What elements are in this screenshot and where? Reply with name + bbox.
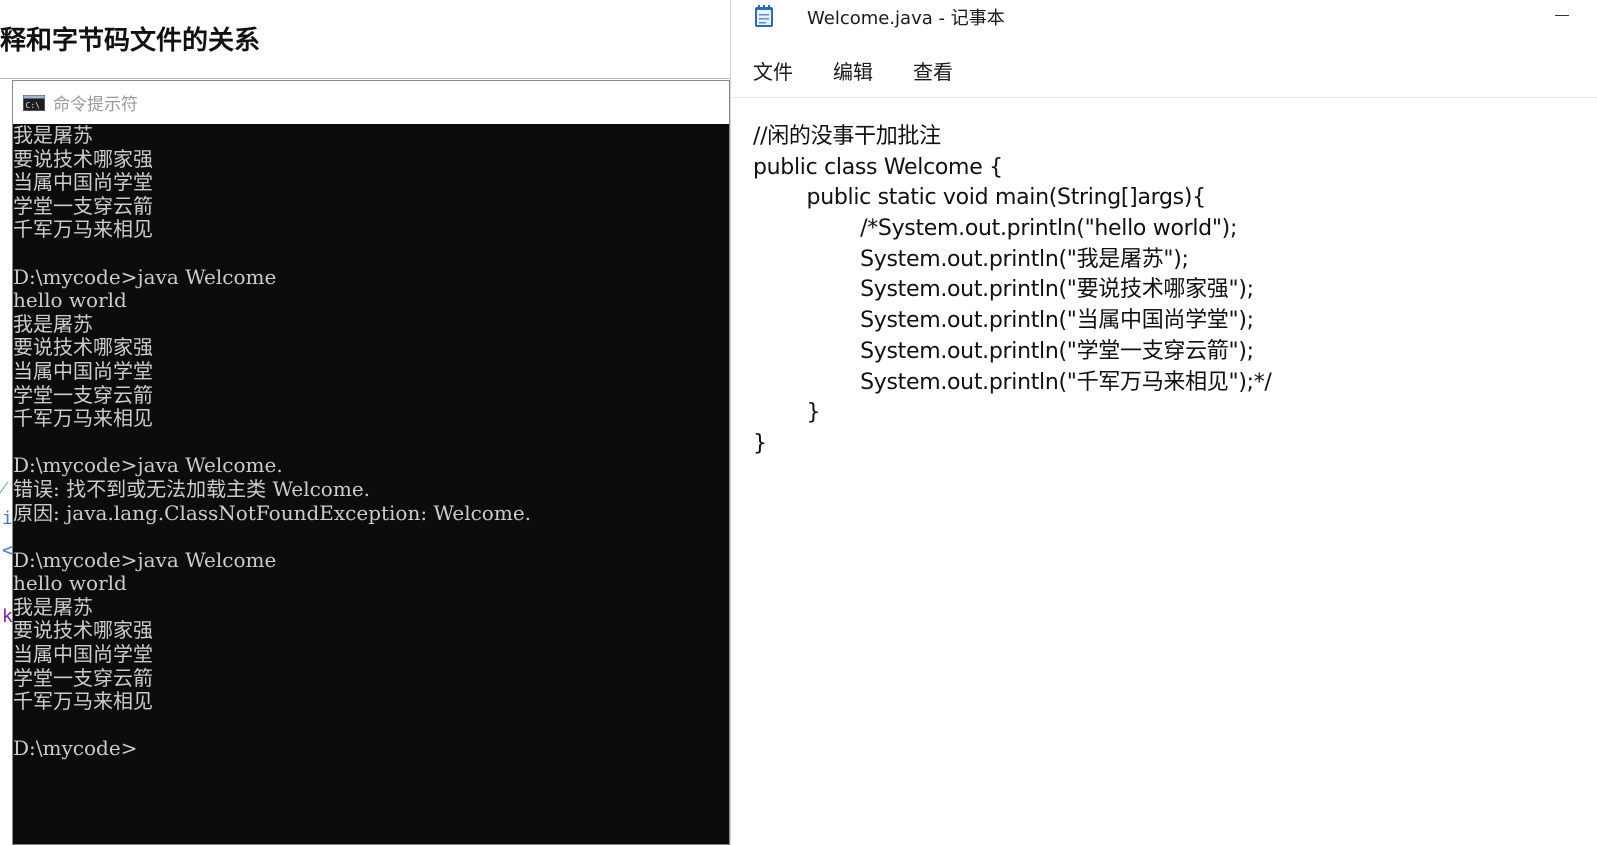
background-fragment: ⁄ [2,478,6,499]
desktop: 释和字节码文件的关系 ⁄ i < k C:\ 命令提示符 我是屠苏 要说技术哪家强… [0,0,1597,845]
terminal-line: 错误: 找不到或无法加载主类 Welcome. [13,476,371,501]
terminal-line: 千军万马来相见 [13,406,153,431]
terminal-icon: C:\ [23,94,45,111]
code-line: System.out.println("千军万马来相见");*/ [753,369,1272,395]
command-prompt-titlebar[interactable]: C:\ 命令提示符 [13,81,729,124]
command-prompt-title: 命令提示符 [53,95,138,115]
terminal-line: D:\mycode>java Welcome. [13,453,283,478]
menu-view[interactable]: 查看 [903,52,963,88]
terminal-line: hello world [13,571,127,596]
terminal-line: 千军万马来相见 [13,689,153,714]
terminal-line: 要说技术哪家强 [13,335,153,360]
terminal-line: 学堂一支穿云箭 [13,193,153,218]
terminal-line: D:\mycode>java Welcome [13,547,277,572]
terminal-line: D:\mycode>java Welcome [13,264,277,289]
code-line: public static void main(String[]args){ [753,185,1207,211]
terminal-line: 当属中国尚学堂 [13,170,153,195]
terminal-line: 我是屠苏 [13,311,93,336]
code-line: System.out.println("我是屠苏"); [753,246,1189,272]
code-line: } [753,400,821,426]
terminal-output[interactable]: 我是屠苏 要说技术哪家强 当属中国尚学堂 学堂一支穿云箭 千军万马来相见 D:\mycod… [13,124,729,844]
background-divider [0,78,730,79]
code-line: System.out.println("学堂一支穿云箭"); [753,338,1254,364]
terminal-line: 学堂一支穿云箭 [13,382,153,407]
terminal-line: 我是屠苏 [13,124,93,147]
code-line: public class Welcome { [753,154,1003,180]
command-prompt-window[interactable]: C:\ 命令提示符 我是屠苏 要说技术哪家强 当属中国尚学堂 学堂一支穿云箭 千军万马来… [12,80,730,845]
terminal-line: 当属中国尚学堂 [13,358,153,383]
code-line: System.out.println("当属中国尚学堂"); [753,308,1254,334]
menu-edit[interactable]: 编辑 [823,52,883,88]
notepad-title: Welcome.java - 记事本 [807,8,1005,29]
background-document-title: 释和字节码文件的关系 [0,26,261,56]
notepad-editor[interactable]: //闲的没事干加批注 public class Welcome { public … [753,122,1573,822]
notepad-titlebar[interactable]: Welcome.java - 记事本 [731,0,1597,40]
terminal-line: 千军万马来相见 [13,217,153,242]
menubar-divider [731,97,1597,98]
terminal-line: 学堂一支穿云箭 [13,665,153,690]
code-line: System.out.println("要说技术哪家强"); [753,277,1254,303]
code-line: /*System.out.println("hello world"); [753,216,1238,242]
terminal-line: 原因: java.lang.ClassNotFoundException: We… [13,500,532,525]
notepad-window[interactable]: Welcome.java - 记事本 文件 编辑 查看 //闲的没事干加批注 pu… [730,0,1597,845]
notepad-menubar: 文件 编辑 查看 [731,52,983,88]
code-line: //闲的没事干加批注 [753,124,941,149]
terminal-line: D:\mycode> [13,736,138,761]
minimize-icon [1555,14,1569,16]
menu-file[interactable]: 文件 [743,52,803,88]
terminal-line: 我是屠苏 [13,594,93,619]
notepad-icon [753,4,775,28]
code-line: } [753,430,767,456]
svg-text:C:\: C:\ [26,101,41,110]
terminal-line: 当属中国尚学堂 [13,642,153,667]
terminal-line: 要说技术哪家强 [13,618,153,643]
terminal-line: 要说技术哪家强 [13,146,153,171]
terminal-line: hello world [13,288,127,313]
minimize-button[interactable] [1539,0,1585,30]
